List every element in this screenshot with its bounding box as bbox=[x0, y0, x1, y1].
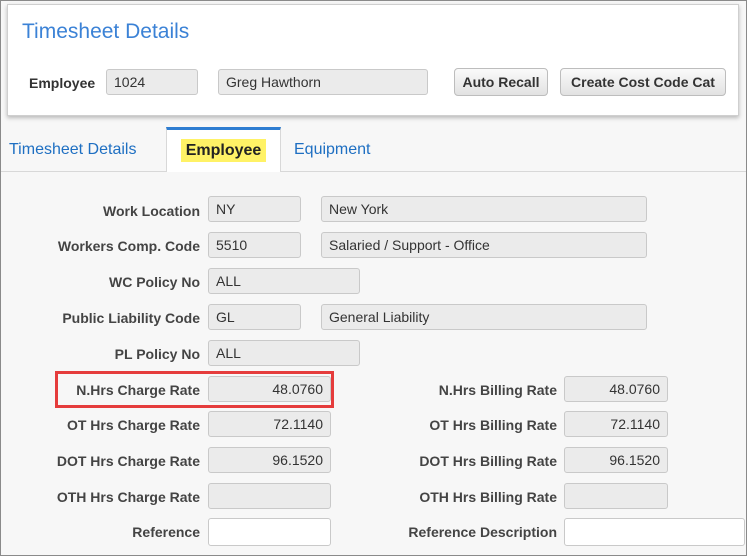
oth-billing-rate-field[interactable] bbox=[564, 483, 668, 509]
nhrs-billing-rate-field[interactable]: 48.0760 bbox=[564, 376, 668, 402]
work-location-code-field[interactable]: NY bbox=[208, 196, 301, 222]
work-location-label: Work Location bbox=[103, 203, 200, 219]
pl-policy-field[interactable]: ALL bbox=[208, 340, 360, 366]
auto-recall-button[interactable]: Auto Recall bbox=[454, 68, 548, 96]
reference-field[interactable] bbox=[208, 518, 331, 546]
oth-charge-rate-label: OTH Hrs Charge Rate bbox=[56, 489, 200, 505]
reference-description-label: Reference Description bbox=[408, 524, 557, 540]
reference-description-field[interactable] bbox=[564, 518, 745, 546]
wc-policy-label: WC Policy No bbox=[108, 274, 200, 290]
dot-billing-rate-field[interactable]: 96.1520 bbox=[564, 447, 668, 473]
dot-billing-rate-label: DOT Hrs Billing Rate bbox=[419, 453, 557, 469]
create-cost-code-cat-button[interactable]: Create Cost Code Cat bbox=[560, 68, 726, 96]
nhrs-charge-rate-callout bbox=[55, 371, 334, 408]
nhrs-billing-rate-label: N.Hrs Billing Rate bbox=[438, 382, 557, 398]
tab-bar: Timesheet Details Employee Equipment bbox=[1, 127, 746, 172]
dot-charge-rate-field[interactable]: 96.1520 bbox=[208, 447, 331, 473]
workers-comp-code-label: Workers Comp. Code bbox=[57, 238, 200, 254]
ot-billing-rate-field[interactable]: 72.1140 bbox=[564, 411, 668, 437]
ot-charge-rate-label: OT Hrs Charge Rate bbox=[66, 417, 200, 433]
employee-id-field[interactable]: 1024 bbox=[106, 69, 198, 95]
oth-billing-rate-label: OTH Hrs Billing Rate bbox=[419, 489, 557, 505]
tab-employee-label: Employee bbox=[180, 139, 267, 162]
reference-label: Reference bbox=[132, 524, 200, 540]
public-liability-code-field[interactable]: GL bbox=[208, 304, 301, 330]
oth-charge-rate-field[interactable] bbox=[208, 483, 331, 509]
employee-name-field[interactable]: Greg Hawthorn bbox=[218, 69, 428, 95]
ot-billing-rate-label: OT Hrs Billing Rate bbox=[429, 417, 557, 433]
pl-policy-label: PL Policy No bbox=[114, 346, 200, 362]
page-title: Timesheet Details bbox=[22, 20, 190, 43]
public-liability-name-field[interactable]: General Liability bbox=[321, 304, 647, 330]
public-liability-code-label: Public Liability Code bbox=[62, 310, 200, 326]
employee-label: Employee bbox=[29, 75, 96, 91]
dot-charge-rate-label: DOT Hrs Charge Rate bbox=[56, 453, 200, 469]
tab-equipment[interactable]: Equipment bbox=[294, 127, 371, 171]
ot-charge-rate-field[interactable]: 72.1140 bbox=[208, 411, 331, 437]
tab-employee[interactable]: Employee bbox=[166, 127, 281, 172]
workers-comp-code-field[interactable]: 5510 bbox=[208, 232, 301, 258]
tab-timesheet-details[interactable]: Timesheet Details bbox=[9, 127, 136, 171]
timesheet-header-panel: Timesheet Details Employee 1024 Greg Haw… bbox=[7, 4, 739, 116]
work-location-name-field[interactable]: New York bbox=[321, 196, 647, 222]
wc-policy-field[interactable]: ALL bbox=[208, 268, 360, 294]
workers-comp-name-field[interactable]: Salaried / Support - Office bbox=[321, 232, 647, 258]
